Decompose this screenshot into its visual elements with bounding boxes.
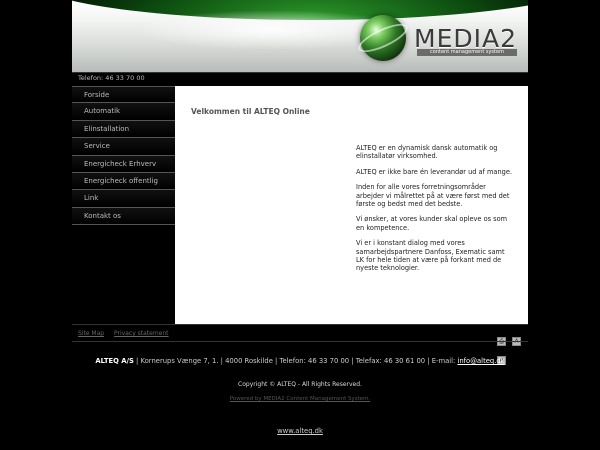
footer-divider [72, 341, 528, 342]
phone-bar: Telefon: 46 33 70 00 [72, 72, 528, 85]
company-address: ALTEQ A/S | Kornerups Vænge 7, 1. | 4000… [72, 357, 528, 365]
body-text: ALTEQ er en dynamisk dansk automatik og … [356, 144, 514, 280]
company-name: ALTEQ A/S [95, 357, 134, 365]
phone-number: Telefon: 46 33 70 00 [78, 74, 145, 82]
globe-logo-icon[interactable] [354, 15, 412, 61]
paragraph: ALTEQ er en dynamisk dansk automatik og … [356, 144, 498, 161]
nav-item-link[interactable]: Link [72, 190, 175, 208]
privacy-statement-link[interactable]: Privacy statement [114, 330, 169, 337]
site-header: MEDIA2 content management system [72, 0, 528, 72]
paragraph: Inden for alle vores forretningsområder … [356, 183, 510, 209]
globe-ring [354, 18, 412, 58]
nav-item-automatik[interactable]: Automatik [72, 103, 175, 121]
nav-item-kontakt-os[interactable]: Kontakt os [72, 207, 175, 226]
paragraph: ALTEQ er ikke bare én leverandør ud af m… [356, 167, 512, 176]
paragraph: Vi er i konstant dialog med vores samarb… [356, 239, 505, 273]
address-text: | Kornerups Vænge 7, 1. | 4000 Roskilde … [133, 357, 458, 365]
sidebar-nav: Forside Automatik Elinstallation Service… [72, 86, 175, 228]
footer-divider [72, 324, 528, 325]
main-content: Velkommen til ALTEQ Online ALTEQ er en d… [175, 86, 528, 324]
nav-item-elinstallation[interactable]: Elinstallation [72, 120, 175, 139]
logo-subtitle: content management system [417, 49, 517, 56]
nav-item-energicheck-erhverv[interactable]: Energicheck Erhverv [72, 155, 175, 173]
page-title: Velkommen til ALTEQ Online [191, 107, 310, 116]
site-url-link[interactable]: www.alteq.dk [72, 427, 528, 435]
nav-item-energicheck-offentlig[interactable]: Energicheck offentlig [72, 172, 175, 191]
copyright: Copyright © ALTEQ - All Rights Reserved. [238, 381, 362, 388]
paragraph: Vi ønsker, at vores kunder skal opleve o… [356, 215, 508, 232]
email-link[interactable]: info@alteq.dk [457, 357, 504, 365]
site-map-link[interactable]: Site Map [78, 330, 104, 337]
powered-by-link[interactable]: Powered by MEDIA2 Content Management Sys… [72, 396, 528, 402]
nav-item-service[interactable]: Service [72, 138, 175, 156]
page-wrapper: MEDIA2 content management system Telefon… [72, 0, 528, 450]
footer-links: Site Map Privacy statement [78, 330, 177, 337]
nav-item-forside[interactable]: Forside [72, 86, 175, 104]
